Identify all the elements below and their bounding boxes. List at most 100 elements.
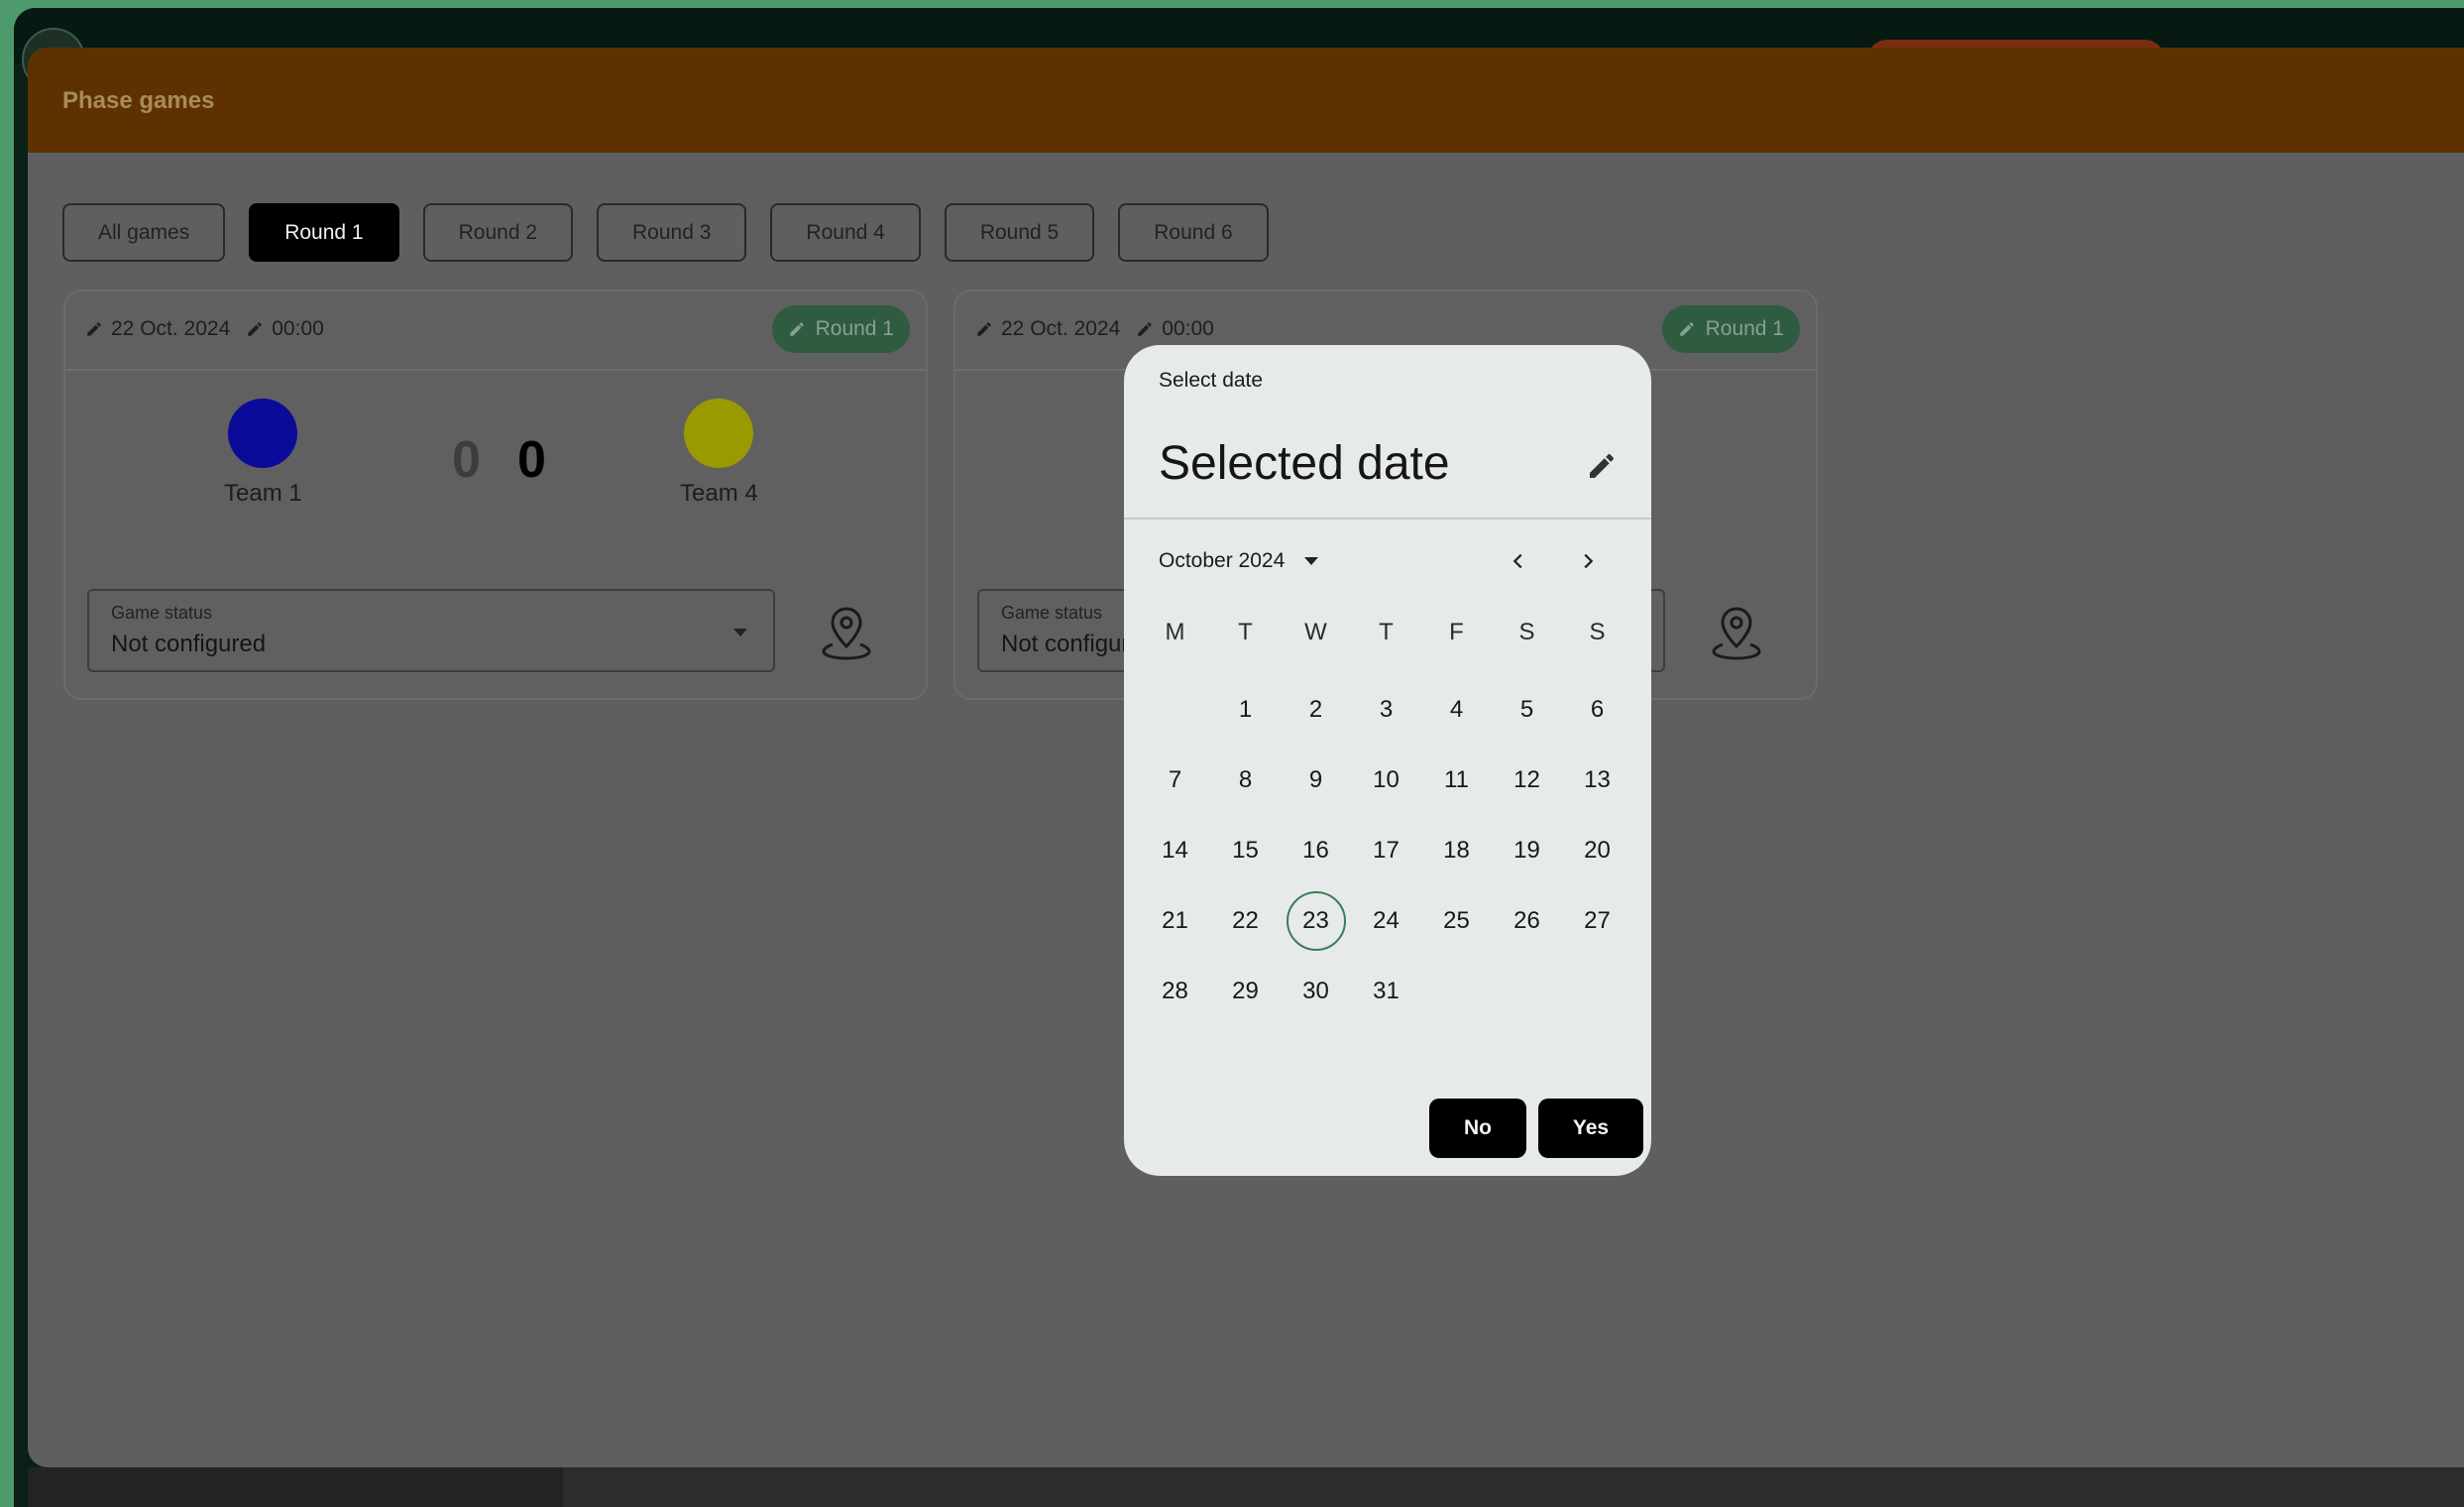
previous-month-button[interactable] [1499, 541, 1538, 581]
pencil-icon [1138, 322, 1152, 336]
tab-all-games[interactable]: All games [62, 203, 226, 262]
calendar-day-number: 6 [1590, 695, 1605, 723]
game-schedule: 22 Oct. 2024 00:00 [975, 317, 1214, 341]
calendar-day[interactable]: 11 [1421, 745, 1492, 815]
calendar-day-number: 27 [1584, 906, 1611, 934]
calendar-day[interactable]: 13 [1562, 745, 1632, 815]
calendar-day-number: 13 [1584, 765, 1611, 793]
dialog-actions: No Yes [1429, 1099, 1643, 1158]
divider [1124, 518, 1651, 520]
location-pin-icon[interactable] [821, 605, 872, 660]
calendar-day[interactable]: 24 [1351, 885, 1421, 956]
tab-round-6[interactable]: Round 6 [1118, 203, 1269, 262]
calendar-day-number: 10 [1373, 765, 1400, 793]
pencil-icon [789, 322, 804, 336]
home-team: Team 1 [224, 399, 302, 508]
calendar-day-number: 18 [1443, 836, 1470, 864]
calendar-day-number: 3 [1379, 695, 1394, 723]
away-score: 0 [517, 431, 546, 489]
calendar-day[interactable]: 14 [1140, 815, 1210, 885]
calendar-day[interactable]: 15 [1210, 815, 1281, 885]
calendar-day[interactable]: 27 [1562, 885, 1632, 956]
game-time-label: 00:00 [272, 317, 324, 340]
calendar-day[interactable]: 25 [1421, 885, 1492, 956]
away-team: Team 4 [680, 399, 758, 508]
calendar-day[interactable]: 16 [1281, 815, 1351, 885]
dropdown-arrow-icon [1304, 557, 1319, 565]
pencil-icon [1679, 322, 1694, 336]
calendar-days: 1 2 3 4 5 6 7 8 9 10 11 12 13 14 15 16 17 18 19 20 21 22 23 24 2… [1140, 674, 1635, 1026]
game-status-select[interactable]: Game status Not configured [87, 589, 775, 672]
home-score: 0 [452, 431, 481, 489]
calendar-day-number: 2 [1308, 695, 1323, 723]
dialog-title: Selected date [1159, 437, 1450, 490]
calendar-day[interactable]: 3 [1351, 674, 1421, 745]
game-time[interactable]: 00:00 [1136, 317, 1214, 341]
calendar-day-number: 12 [1513, 765, 1540, 793]
dialog-subtitle: Select date [1159, 369, 1264, 392]
round-badge[interactable]: Round 1 [1661, 305, 1800, 353]
pencil-icon[interactable] [1586, 450, 1618, 482]
game-date-label: 22 Oct. 2024 [1001, 317, 1121, 340]
month-label: October 2024 [1159, 549, 1286, 572]
game-date[interactable]: 22 Oct. 2024 [85, 317, 230, 341]
tab-round-5[interactable]: Round 5 [944, 203, 1095, 262]
calendar-day[interactable]: 19 [1492, 815, 1562, 885]
calendar-day[interactable]: 29 [1210, 956, 1281, 1026]
game-date-label: 22 Oct. 2024 [111, 317, 231, 340]
game-card-header: 22 Oct. 2024 00:00 Round 1 [65, 291, 926, 371]
calendar-day[interactable]: 7 [1140, 745, 1210, 815]
calendar-day[interactable]: 21 [1140, 885, 1210, 956]
calendar-day[interactable]: 20 [1562, 815, 1632, 885]
calendar-day-number: 1 [1238, 695, 1253, 723]
calendar-day-number: 4 [1449, 695, 1464, 723]
calendar-day[interactable]: 6 [1562, 674, 1632, 745]
game-time[interactable]: 00:00 [246, 317, 324, 341]
calendar-day[interactable]: 30 [1281, 956, 1351, 1026]
round-badge[interactable]: Round 1 [771, 305, 910, 353]
calendar-day-number: 31 [1373, 977, 1400, 1004]
pencil-icon [248, 322, 262, 336]
calendar-day[interactable]: 5 [1492, 674, 1562, 745]
calendar-day[interactable]: 9 [1281, 745, 1351, 815]
calendar-day-number: 22 [1232, 906, 1259, 934]
team-color-dot [684, 399, 754, 468]
calendar-day[interactable]: 22 [1210, 885, 1281, 956]
calendar-day[interactable]: 31 [1351, 956, 1421, 1026]
calendar-day-number: 28 [1162, 977, 1188, 1004]
round-tabs: All games Round 1 Round 2 Round 3 Round … [62, 203, 1269, 262]
tab-round-2[interactable]: Round 2 [422, 203, 574, 262]
calendar-day-today[interactable]: 23 [1281, 885, 1351, 956]
bottom-bar-left [28, 1467, 563, 1507]
chevron-left-icon [1512, 553, 1522, 569]
calendar-day[interactable]: 2 [1281, 674, 1351, 745]
cancel-button[interactable]: No [1429, 1099, 1526, 1158]
calendar-day[interactable]: 4 [1421, 674, 1492, 745]
calendar-day-number: 5 [1519, 695, 1534, 723]
game-status-label: Game status [1001, 603, 1103, 623]
calendar-day-number [1146, 680, 1205, 740]
confirm-button[interactable]: Yes [1538, 1099, 1643, 1158]
calendar-day[interactable]: 12 [1492, 745, 1562, 815]
calendar-day[interactable]: 1 [1210, 674, 1281, 745]
calendar-day[interactable]: 28 [1140, 956, 1210, 1026]
tab-round-4[interactable]: Round 4 [770, 203, 921, 262]
tab-round-3[interactable]: Round 3 [597, 203, 747, 262]
game-card: 22 Oct. 2024 00:00 Round 1 Team 1 0 0 Te… [63, 290, 928, 700]
bottom-bar [28, 1467, 2464, 1507]
calendar-day-number: 24 [1373, 906, 1400, 934]
calendar-day[interactable]: 26 [1492, 885, 1562, 956]
calendar-day-number: 11 [1444, 765, 1469, 793]
location-pin-icon[interactable] [1711, 605, 1762, 660]
tab-round-1[interactable]: Round 1 [249, 203, 399, 262]
date-picker-dialog: Select date Selected date October 2024 M… [1124, 345, 1651, 1176]
dropdown-arrow-icon [733, 629, 747, 637]
pencil-icon [977, 322, 991, 336]
calendar-day[interactable]: 17 [1351, 815, 1421, 885]
calendar-day[interactable]: 8 [1210, 745, 1281, 815]
calendar-day[interactable]: 18 [1421, 815, 1492, 885]
month-selector[interactable]: October 2024 [1159, 549, 1319, 573]
next-month-button[interactable] [1568, 541, 1608, 581]
calendar-day[interactable]: 10 [1351, 745, 1421, 815]
game-date[interactable]: 22 Oct. 2024 [975, 317, 1120, 341]
